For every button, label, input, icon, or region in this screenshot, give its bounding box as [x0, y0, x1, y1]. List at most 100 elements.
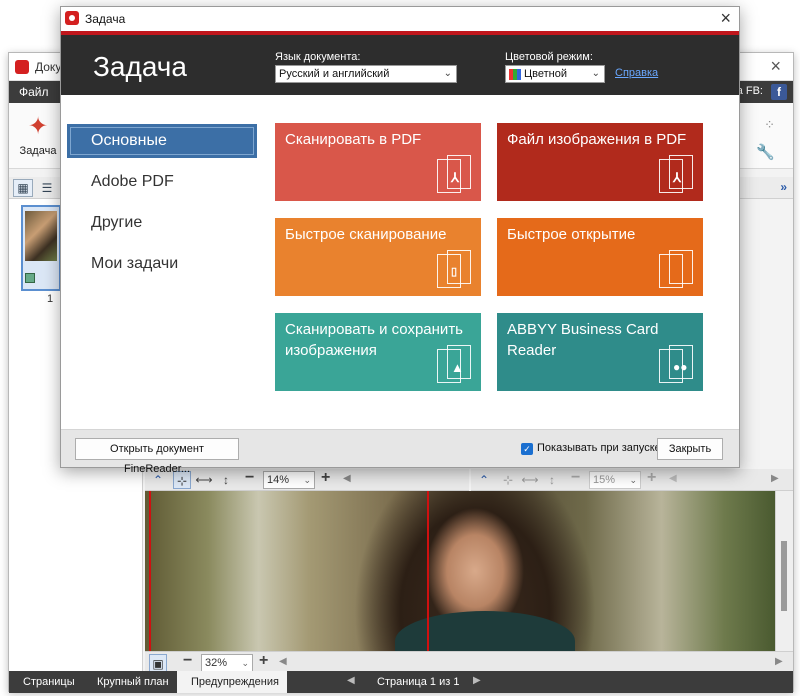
- right-view-bar: »: [733, 177, 793, 199]
- color-mode-label: Цветовой режим:: [505, 51, 593, 63]
- tile-label: Быстрое сканирование: [285, 226, 447, 243]
- dialog-body: Основные Adobe PDF Другие Мои задачи Ска…: [61, 95, 739, 429]
- zoom-in-icon[interactable]: +: [259, 652, 268, 670]
- pdf-icon: ⅄: [435, 155, 475, 197]
- thumbnails-view-icon[interactable]: ▦: [13, 179, 33, 197]
- open-finereader-document-button[interactable]: Открыть документ FineReader...: [75, 438, 239, 475]
- zoom-in-icon[interactable]: +: [321, 469, 330, 487]
- dialog-heading: Задача: [93, 51, 187, 82]
- dialog-title: Задача: [85, 12, 126, 26]
- tab-zoom[interactable]: Крупный план: [85, 671, 181, 693]
- grid-icon[interactable]: ⁘: [764, 117, 775, 133]
- show-on-start-label: Показывать при запуске: [537, 442, 661, 454]
- zoom-out-icon[interactable]: −: [183, 652, 192, 670]
- chevron-down-icon: ⌄: [241, 658, 249, 668]
- scroll-right-icon[interactable]: ▶: [775, 656, 783, 667]
- dialog-footer: Открыть документ FineReader... ✓ Показыв…: [61, 429, 739, 475]
- scroll-right-icon[interactable]: ▶: [771, 473, 779, 484]
- prev-page-icon[interactable]: ◀: [347, 675, 355, 686]
- image-toolbar-left: ⌃ ⊹ ⟷ ↕ − 14% ⌄ + ◀: [145, 469, 469, 491]
- vertical-scrollbar[interactable]: [775, 491, 793, 651]
- magic-wand-icon: ✦: [27, 113, 49, 140]
- tile-quick-scan[interactable]: Быстрое сканирование ▯: [275, 218, 481, 296]
- tile-label: Сканировать в PDF: [285, 131, 422, 148]
- page-thumbnail[interactable]: [21, 205, 61, 291]
- color-mode-value: Цветной: [524, 68, 567, 80]
- language-select[interactable]: Русский и английский ⌄: [275, 65, 457, 83]
- scroll-left-icon[interactable]: ◀: [343, 473, 351, 484]
- task-dialog: Задача × Задача Язык документа: Русский …: [60, 6, 740, 475]
- dialog-close-icon[interactable]: ×: [720, 8, 731, 29]
- split-line[interactable]: [427, 491, 429, 651]
- document-image[interactable]: [145, 491, 775, 651]
- help-link[interactable]: Справка: [615, 67, 658, 79]
- zoom-value: 14%: [267, 474, 290, 486]
- tab-warnings[interactable]: Предупреждения: [177, 671, 287, 693]
- zoom-select-right[interactable]: 15% ⌄: [589, 471, 641, 489]
- menu-file[interactable]: Файл: [19, 85, 49, 99]
- nav-item-main[interactable]: Основные: [67, 124, 257, 158]
- show-on-start-checkbox[interactable]: ✓: [521, 443, 533, 455]
- zoom-select-bottom[interactable]: 32% ⌄: [201, 654, 253, 672]
- nav-item-adobe-pdf[interactable]: Adobe PDF: [67, 165, 257, 199]
- tile-label: Файл изображения в PDF: [507, 131, 687, 148]
- zoom-out-icon[interactable]: −: [245, 469, 254, 487]
- thumbnail-image: [25, 211, 57, 261]
- tile-scan-save-images[interactable]: Сканировать и сохранить изображения ▲: [275, 313, 481, 391]
- settings-icon[interactable]: 🔧: [756, 143, 775, 161]
- nav-item-label: Adobe PDF: [91, 173, 174, 190]
- next-page-icon[interactable]: ▶: [473, 675, 481, 686]
- dialog-header: Задача Язык документа: Русский и английс…: [61, 31, 739, 95]
- zoom-select-left[interactable]: 14% ⌄: [263, 471, 315, 489]
- image-icon: ▲: [435, 345, 475, 387]
- image-toolbar-bottom: ▣ − 32% ⌄ + ◀ ▶: [145, 651, 793, 673]
- app-logo-icon: [15, 60, 29, 74]
- menu-fb-label: а FB:: [736, 85, 763, 97]
- zoom-out-icon[interactable]: −: [571, 469, 580, 487]
- task-button[interactable]: ✦ Задача: [15, 111, 61, 167]
- zoom-in-icon[interactable]: +: [647, 469, 656, 487]
- expand-chevron-icon[interactable]: »: [780, 180, 787, 194]
- ribbon-right-icons: 🔧 ⁘: [739, 115, 775, 165]
- statusbar: Страницы Крупный план Предупреждения ◀ С…: [9, 671, 793, 693]
- nav-item-other[interactable]: Другие: [67, 206, 257, 240]
- tile-business-card-reader[interactable]: ABBYY Business Card Reader ●●: [497, 313, 703, 391]
- scroll-left-icon[interactable]: ◀: [669, 473, 677, 484]
- page-type-icon: [25, 273, 35, 283]
- details-view-icon[interactable]: ☰: [37, 179, 57, 197]
- chevron-down-icon: ⌄: [629, 475, 637, 485]
- scrollbar-thumb[interactable]: [781, 541, 787, 611]
- fit-width-icon[interactable]: ⟷: [521, 471, 539, 489]
- collapse-up-icon[interactable]: ⌃: [475, 471, 493, 489]
- tab-pages[interactable]: Страницы: [11, 671, 87, 693]
- close-button[interactable]: Закрыть: [657, 438, 723, 460]
- main-close-icon[interactable]: ×: [770, 56, 781, 77]
- contacts-icon: ●●: [657, 345, 697, 387]
- image-settings-icon[interactable]: ▣: [149, 654, 167, 672]
- dialog-titlebar: Задача ×: [61, 7, 739, 31]
- nav-item-label: Основные: [91, 132, 167, 149]
- pdf-icon: ⅄: [657, 155, 697, 197]
- image-toolbar-right: ⌃ ⊹ ⟷ ↕ − 15% ⌄ + ◀ ▶: [471, 469, 793, 491]
- color-mode-icon: [509, 69, 521, 80]
- page-info: Страница 1 из 1: [377, 676, 460, 688]
- fit-width-icon[interactable]: ⟷: [195, 471, 213, 489]
- tile-label: ABBYY Business Card Reader: [507, 321, 659, 359]
- page-number: 1: [47, 293, 54, 305]
- chevron-down-icon: ⌄: [303, 475, 311, 485]
- page-edge-line: [149, 491, 151, 651]
- chevron-down-icon: ⌄: [443, 68, 452, 79]
- fit-height-icon[interactable]: ↕: [543, 471, 561, 489]
- tile-scan-to-pdf[interactable]: Сканировать в PDF ⅄: [275, 123, 481, 201]
- photo-subject-shoulder: [395, 611, 575, 651]
- tile-image-to-pdf[interactable]: Файл изображения в PDF ⅄: [497, 123, 703, 201]
- fit-height-icon[interactable]: ↕: [217, 471, 235, 489]
- tile-quick-open[interactable]: Быстрое открытие: [497, 218, 703, 296]
- facebook-icon[interactable]: f: [771, 84, 787, 100]
- scroll-left-icon[interactable]: ◀: [279, 656, 287, 667]
- zoom-value: 15%: [593, 474, 616, 486]
- nav-item-my-tasks[interactable]: Мои задачи: [67, 247, 257, 281]
- color-mode-select[interactable]: Цветной ⌄: [505, 65, 605, 83]
- fit-page-icon[interactable]: ⊹: [499, 471, 517, 489]
- abbyy-logo-icon: [65, 11, 79, 25]
